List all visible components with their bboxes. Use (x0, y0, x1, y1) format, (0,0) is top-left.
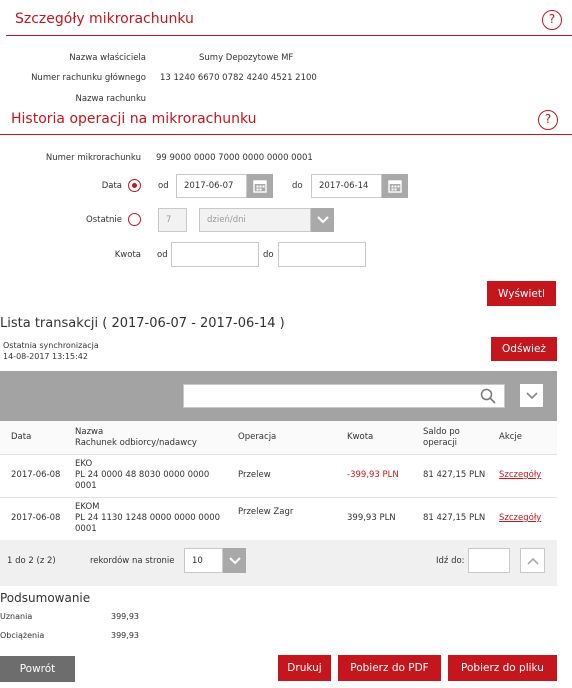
row2-operation: Przelew Zagr (238, 507, 294, 517)
row2-balance: 81 427,15 PLN (423, 513, 486, 523)
chevron-down-icon (525, 391, 538, 399)
transactions-heading: Lista transakcji ( 2017-06-07 - 2017-06-… (0, 316, 285, 331)
row2-details-link[interactable]: Szczegóły (499, 513, 541, 524)
date-from-calendar-button[interactable] (247, 174, 273, 198)
date-label: Data (101, 181, 122, 191)
account-name-label: Nazwa rachunku (75, 94, 146, 102)
row-separator (0, 497, 557, 498)
col-operation[interactable]: Operacja (238, 432, 276, 443)
grid-search-input[interactable] (183, 384, 505, 408)
history-divider (0, 134, 572, 135)
row1-details-link[interactable]: Szczegóły (499, 470, 541, 481)
main-account-label: Numer rachunku głównego (31, 73, 146, 83)
date-from-input[interactable]: 2017-06-07 (176, 174, 247, 198)
goto-page-input[interactable] (468, 548, 510, 573)
last-count-value: 7 (166, 215, 172, 225)
print-button[interactable]: Drukuj (278, 655, 331, 681)
date-to-input[interactable]: 2017-06-14 (311, 174, 382, 198)
col-name[interactable]: Nazwa (75, 427, 103, 438)
account-name-clip: Nazwa rachunku (0, 92, 572, 102)
amount-label: Kwota (114, 250, 141, 260)
credits-label: Uznania (0, 612, 33, 621)
chevron-down-icon (228, 556, 241, 564)
last-radio[interactable] (128, 213, 141, 226)
back-button[interactable]: Powrót (0, 656, 75, 682)
row2-name: EKOM (75, 502, 100, 512)
row2-account-2: 0001 (75, 524, 97, 534)
details-title: Szczegóły mikrorachunku (15, 11, 194, 27)
row1-date: 2017-06-08 (11, 470, 61, 480)
debits-value: 399,93 (111, 631, 139, 640)
history-title: Historia operacji na mikrorachunku (11, 111, 257, 127)
row2-amount: 399,93 PLN (347, 513, 396, 523)
row1-amount: -399,93 PLN (347, 470, 399, 480)
col-actions: Akcje (499, 432, 523, 442)
download-pdf-button[interactable]: Pobierz do PDF (338, 655, 441, 681)
date-from-value: 2017-06-07 (184, 181, 234, 191)
goto-label: Idź do: (436, 556, 465, 566)
row1-account-1: PL 24 0000 48 8030 0000 0000 (75, 470, 210, 480)
main-account-value: 13 1240 6670 0782 4240 4521 2100 (160, 73, 317, 83)
details-help-icon[interactable]: ? (542, 10, 562, 30)
row2-account-1: PL 24 1130 1248 0000 0000 0000 (75, 513, 221, 523)
details-divider (6, 35, 572, 36)
download-file-button[interactable]: Pobierz do pliku (448, 655, 557, 681)
chevron-up-icon (526, 557, 539, 565)
sync-label: Ostatnia synchronizacja (3, 341, 99, 350)
micro-account-label: Numer mikrorachunku (45, 153, 141, 163)
summary-title: Podsumowanie (0, 591, 91, 605)
col-balance-2[interactable]: operacji (423, 438, 457, 449)
goto-page-button[interactable] (520, 548, 545, 573)
date-from-label: od (158, 181, 169, 191)
last-unit-value: dzień/dni (207, 215, 246, 225)
sync-time: 14-08-2017 13:15:42 (3, 352, 88, 361)
refresh-button[interactable]: Odśwież (491, 337, 557, 361)
row1-operation: Przelew (238, 470, 271, 480)
search-icon[interactable] (480, 388, 496, 407)
calendar-icon (253, 180, 267, 193)
history-help-icon[interactable]: ? (538, 110, 558, 130)
last-unit-dropdown-button[interactable] (311, 208, 334, 232)
date-radio[interactable] (128, 179, 141, 192)
header-separator (0, 454, 557, 455)
amount-from-input[interactable] (171, 242, 259, 267)
last-label: Ostatnie (86, 215, 122, 225)
row1-name: EKO (75, 459, 93, 469)
credits-value: 399,93 (111, 612, 139, 621)
amount-to-input[interactable] (278, 242, 366, 267)
date-to-label: do (292, 181, 303, 191)
row2-date: 2017-06-08 (11, 513, 61, 523)
date-to-calendar-button[interactable] (382, 174, 408, 198)
per-page-dropdown-button[interactable] (223, 548, 246, 573)
col-account[interactable]: Rachunek odbiorcy/nadawcy (75, 438, 197, 449)
col-amount[interactable]: Kwota (347, 432, 373, 443)
amount-to-label: do (263, 250, 274, 260)
per-page-select[interactable]: 10 (184, 548, 223, 573)
per-page-label: rekordów na stronie (90, 556, 175, 566)
show-button[interactable]: Wyświetl (487, 281, 556, 306)
calendar-icon (388, 180, 402, 193)
row1-balance: 81 427,15 PLN (423, 470, 486, 480)
col-date[interactable]: Data (11, 432, 31, 443)
date-to-value: 2017-06-14 (319, 181, 369, 191)
debits-label: Obciążenia (0, 631, 45, 640)
owner-label: Nazwa właściciela (69, 53, 146, 63)
last-unit-select[interactable]: dzień/dni (199, 208, 311, 232)
amount-from-label: od (157, 250, 168, 260)
micro-account-value: 99 9000 0000 7000 0000 0000 0001 (156, 153, 313, 163)
owner-value: Sumy Depozytowe MF (199, 53, 294, 63)
per-page-value: 10 (192, 555, 203, 566)
grid-options-button[interactable] (519, 383, 544, 408)
pager-range: 1 do 2 (z 2) (7, 556, 56, 566)
row1-account-2: 0001 (75, 481, 97, 491)
col-balance-1[interactable]: Saldo po (423, 427, 460, 438)
last-count-input[interactable]: 7 (158, 208, 187, 232)
chevron-down-icon (316, 216, 329, 224)
